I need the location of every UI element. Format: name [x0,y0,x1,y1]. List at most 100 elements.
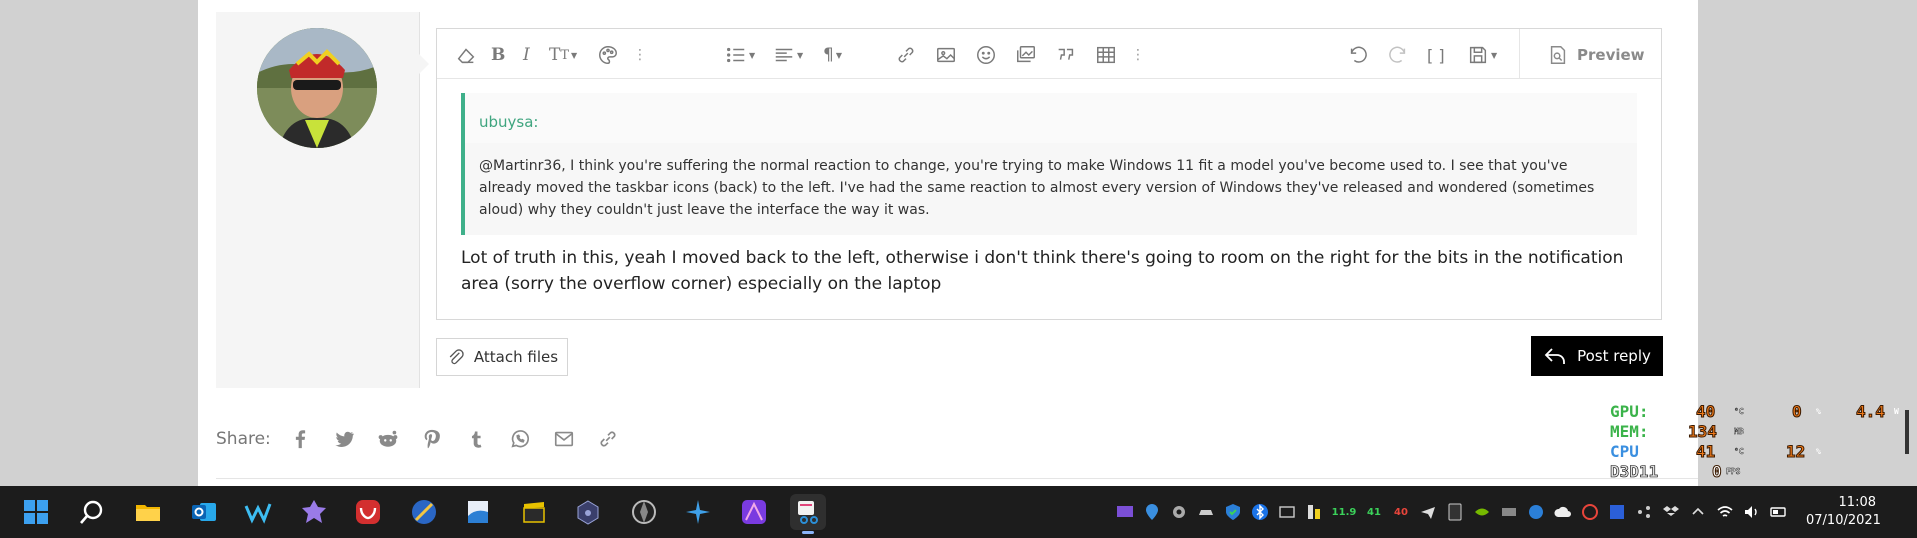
redo-icon [1389,46,1406,63]
gpu-power-unit: W [1894,407,1899,416]
facebook-icon[interactable] [289,426,311,452]
redo-button[interactable] [1387,43,1409,67]
vivaldi-icon [356,500,380,524]
tray-airplane-icon[interactable] [1419,503,1437,521]
media-gallery-icon [1017,46,1035,63]
insert-table-button[interactable] [1095,43,1117,67]
avatar-image [257,28,377,148]
post-reply-label: Post reply [1577,347,1651,365]
tray-stat-2[interactable]: 41 [1365,503,1383,521]
insert-media-button[interactable] [1015,43,1037,67]
taskbar-aperture-app[interactable] [626,494,662,530]
avatar[interactable] [257,28,377,148]
share-label: Share: [216,429,271,449]
tray-monitor-icon[interactable] [1116,503,1134,521]
affinity-icon [742,500,766,524]
taskbar-affinity-designer[interactable] [736,494,772,530]
font-size-icon: T [549,45,561,65]
insert-emoji-button[interactable] [975,43,997,67]
insert-link-button[interactable] [895,43,917,67]
tray-security-icon[interactable] [1224,503,1242,521]
insert-image-button[interactable] [935,43,957,67]
taskbar-vivaldi[interactable] [350,494,386,530]
chevron-down-icon: ▼ [797,50,804,60]
share-row: Share: [216,424,641,454]
cube-icon [577,500,599,525]
reddit-icon[interactable] [377,426,399,452]
tray-chevron-up-icon[interactable] [1689,503,1707,521]
tray-nvidia-icon[interactable] [1473,503,1491,521]
tray-cloud-icon[interactable] [1554,503,1572,521]
tray-dropbox-icon[interactable] [1662,503,1680,521]
tray-help-icon[interactable] [1527,503,1545,521]
tray-battery-icon[interactable] [1770,503,1788,521]
paragraph-button[interactable]: ¶ ▼ [823,43,842,67]
undo-button[interactable] [1347,43,1369,67]
tray-settings-icon[interactable] [1170,503,1188,521]
twitter-icon[interactable] [333,426,355,452]
tumblr-icon[interactable] [465,426,487,452]
taskbar-waterfox[interactable] [240,494,276,530]
more-insert-icon[interactable]: ⋮ [1131,43,1145,67]
taskbar-file-explorer[interactable] [130,494,166,530]
preview-button[interactable]: Preview [1547,43,1645,67]
taskbar-clock[interactable]: 11:08 07/10/2021 [1806,494,1881,530]
tray-car-icon[interactable] [1197,503,1215,521]
quote-header: ubuysa: [465,93,1637,143]
tray-network-drive-icon[interactable] [1500,503,1518,521]
clear-formatting-button[interactable] [455,43,477,67]
taskbar-cube-app[interactable] [570,494,606,530]
windows-logo-icon [24,500,48,524]
list-button[interactable]: ▼ [725,43,755,67]
drafts-button[interactable]: ▼ [1467,43,1497,67]
aperture-icon [632,500,656,524]
whatsapp-icon[interactable] [509,426,531,452]
toolbar-separator [1519,29,1520,79]
post-reply-button[interactable]: Post reply [1531,336,1663,376]
chevron-down-icon: ▼ [1491,50,1498,60]
font-size-button[interactable]: T T ▼ [549,43,577,67]
tray-epic-games-icon[interactable] [1446,503,1464,521]
mem-value: 134 [1688,422,1718,442]
more-options-icon[interactable]: ⋮ [633,43,647,67]
attach-files-button[interactable]: Attach files [436,338,568,376]
tray-volume-icon[interactable] [1743,503,1761,521]
gpu-temp-unit: °C [1734,407,1744,416]
tray-stat-3[interactable]: 40 [1392,503,1410,521]
tray-wifi-icon[interactable] [1716,503,1734,521]
reply-text-input[interactable]: Lot of truth in this, yeah I moved back … [461,245,1641,297]
taskbar-snipping-tool[interactable] [790,494,826,534]
tray-location-icon[interactable] [1143,503,1161,521]
cpu-load-value: 12 [1785,442,1806,462]
email-icon[interactable] [553,426,575,452]
taskbar-compass-app[interactable] [406,494,442,530]
taskbar-maps-app[interactable] [460,494,496,530]
bold-button[interactable]: B [491,43,505,67]
tray-stat-1[interactable]: 11.9 [1332,503,1357,521]
toggle-bbcode-button[interactable]: [ ] [1427,43,1445,67]
search-button[interactable] [74,494,110,530]
tray-share-icon[interactable] [1635,503,1653,521]
pinterest-icon[interactable] [421,426,443,452]
start-button[interactable] [18,494,54,530]
align-button[interactable]: ▼ [773,43,803,67]
quote-author-link[interactable]: ubuysa: [479,113,538,131]
link-icon[interactable] [597,426,619,452]
insert-quote-button[interactable] [1055,43,1077,67]
align-left-icon [775,48,793,62]
italic-button[interactable]: I [523,43,530,67]
text-color-button[interactable] [597,43,619,67]
taskbar-app-purple[interactable] [296,494,332,530]
tray-bluetooth-icon[interactable] [1251,503,1269,521]
tray-font-icon[interactable] [1608,503,1626,521]
italic-icon: I [523,45,530,65]
taskbar-outlook[interactable] [186,494,222,530]
fps-value: 0 [1712,462,1723,482]
taskbar-star-app[interactable] [680,494,716,530]
quote-text: @Martinr36, I think you're suffering the… [479,158,1595,218]
tray-keyboard-icon[interactable] [1278,503,1296,521]
taskbar-film-app[interactable] [516,494,552,530]
tray-target-icon[interactable] [1581,503,1599,521]
cpu-label: CPU [1610,442,1639,461]
tray-battery-meter-icon[interactable] [1305,503,1323,521]
